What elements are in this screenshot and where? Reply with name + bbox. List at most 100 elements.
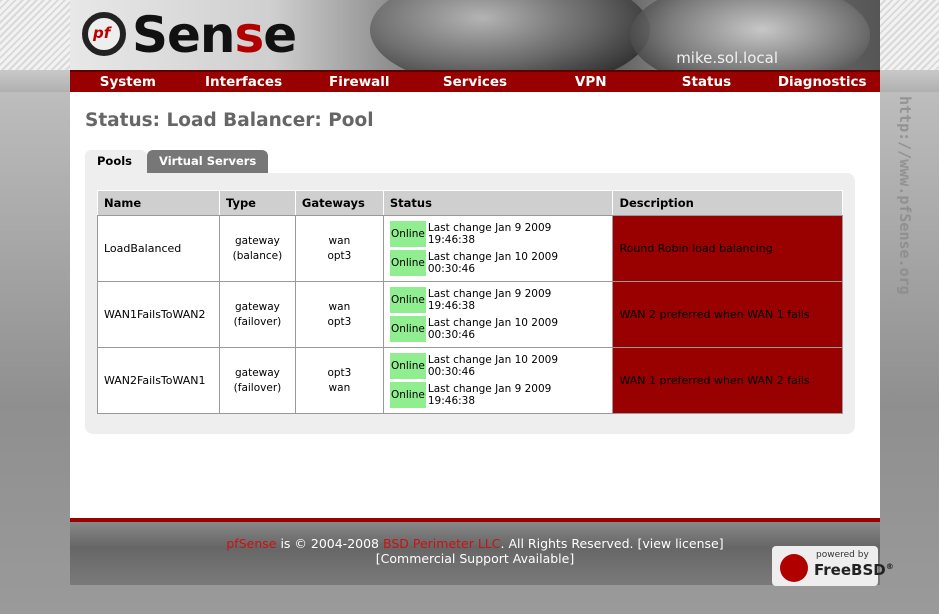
online-badge: Online <box>389 382 426 408</box>
gateway-entry: opt3 <box>327 249 352 262</box>
status-last-change: Last change Jan 10 2009 <box>427 316 559 329</box>
col-header-description: Description <box>612 190 843 216</box>
online-badge: Online <box>389 250 426 276</box>
pool-status: Online Last change Jan 9 2009 19:46:38 Onl… <box>382 281 614 348</box>
nav-system[interactable]: System <box>70 72 186 92</box>
freebsd-logo-icon <box>780 554 808 582</box>
pool-gateways: opt3 wan <box>294 347 384 414</box>
header-artwork <box>370 0 650 70</box>
nav-interfaces[interactable]: Interfaces <box>186 72 302 92</box>
status-entry: Online Last change Jan 9 2009 19:46:38 <box>389 382 607 408</box>
freebsd-text: FreeBSD® <box>814 561 894 579</box>
status-time: 00:30:46 <box>427 366 476 378</box>
freebsd-badge[interactable]: powered by FreeBSD® <box>772 546 894 586</box>
table-row[interactable]: WAN2FailsToWAN1 gateway (failover) opt3 wa… <box>97 347 843 414</box>
pool-type-mode: (failover) <box>233 315 282 328</box>
pools-table: Name Type Gateways Status Description Lo… <box>97 190 843 414</box>
footer-bracket: ] <box>718 536 724 551</box>
pool-type-mode: (failover) <box>233 381 282 394</box>
page-title: Status: Load Balancer: Pool <box>85 110 374 131</box>
status-entry: Online Last change Jan 10 2009 00:30:46 <box>389 250 607 276</box>
pool-description: Round Robin load balancing <box>612 215 843 282</box>
status-last-change: Last change Jan 9 2009 <box>427 287 552 300</box>
pool-description: WAN 2 preferred when WAN 1 fails <box>612 281 843 348</box>
pool-type-mode: (balance) <box>232 249 283 262</box>
pool-type-kind: gateway <box>234 366 280 379</box>
tab-virtual-servers[interactable]: Virtual Servers <box>147 150 269 173</box>
logo-text: Sense <box>132 6 297 64</box>
col-header-name: Name <box>97 190 220 216</box>
table-row[interactable]: WAN1FailsToWAN2 gateway (failover) wan opt… <box>97 281 843 348</box>
status-text: Last change Jan 9 2009 19:46:38 <box>426 288 551 313</box>
pool-type-kind: gateway <box>234 234 280 247</box>
tab-bar: Pools Virtual Servers <box>85 150 269 174</box>
pool-gateways: wan opt3 <box>294 281 384 348</box>
nav-services[interactable]: Services <box>417 72 533 92</box>
status-time: 19:46:38 <box>427 300 476 312</box>
status-last-change: Last change Jan 10 2009 <box>427 250 559 263</box>
status-text: Last change Jan 10 2009 00:30:46 <box>426 251 558 276</box>
freebsd-registered: ® <box>885 562 894 571</box>
pool-name: WAN1FailsToWAN2 <box>97 281 220 348</box>
status-text: Last change Jan 9 2009 19:46:38 <box>426 383 551 408</box>
status-last-change: Last change Jan 10 2009 <box>427 353 559 366</box>
col-header-type: Type <box>218 190 296 216</box>
pool-type: gateway (failover) <box>218 347 296 414</box>
table-row[interactable]: LoadBalanced gateway (balance) wan opt3 On… <box>97 215 843 282</box>
footer-copyright: is © 2004-2008 <box>276 536 383 551</box>
online-badge: Online <box>389 287 426 313</box>
hostname: mike.sol.local <box>676 49 778 67</box>
pool-name: LoadBalanced <box>97 215 220 282</box>
pool-name: WAN2FailsToWAN1 <box>97 347 220 414</box>
logo-text-a: Sen <box>132 6 236 64</box>
view-license-link[interactable]: view license <box>642 536 718 551</box>
status-last-change: Last change Jan 9 2009 <box>427 221 552 234</box>
status-last-change: Last change Jan 9 2009 <box>427 382 552 395</box>
pool-type: gateway (balance) <box>218 215 296 282</box>
pool-status: Online Last change Jan 9 2009 19:46:38 Onl… <box>382 215 614 282</box>
commercial-support-link[interactable]: [Commercial Support Available] <box>70 551 880 566</box>
nav-vpn[interactable]: VPN <box>533 72 649 92</box>
col-header-gateways: Gateways <box>294 190 384 216</box>
status-time: 19:46:38 <box>427 395 476 407</box>
freebsd-name: FreeBSD <box>814 561 886 579</box>
nav-status[interactable]: Status <box>649 72 765 92</box>
pfsense-link[interactable]: pfSense <box>226 536 276 551</box>
gateway-entry: opt3 <box>327 366 352 379</box>
pool-description: WAN 1 preferred when WAN 2 fails <box>612 347 843 414</box>
header: pf Sense mike.sol.local <box>70 0 880 70</box>
status-entry: Online Last change Jan 10 2009 00:30:46 <box>389 353 607 379</box>
main-content: Status: Load Balancer: Pool Pools Virtua… <box>70 92 880 518</box>
tab-panel: Name Type Gateways Status Description Lo… <box>85 173 855 434</box>
gateway-entry: wan <box>328 234 351 247</box>
status-entry: Online Last change Jan 9 2009 19:46:38 <box>389 221 607 247</box>
table-header-row: Name Type Gateways Status Description <box>97 190 843 216</box>
logo-text-c: e <box>263 6 297 64</box>
pool-type: gateway (failover) <box>218 281 296 348</box>
page-shell: pf Sense mike.sol.local System Interface… <box>70 0 894 586</box>
online-badge: Online <box>389 316 426 342</box>
pool-type-kind: gateway <box>234 300 280 313</box>
status-entry: Online Last change Jan 10 2009 00:30:46 <box>389 316 607 342</box>
footer: pfSense is © 2004-2008 BSD Perimeter LLC… <box>70 518 894 586</box>
col-header-status: Status <box>382 190 614 216</box>
logo-mark-text: pf <box>93 24 111 42</box>
status-text: Last change Jan 9 2009 19:46:38 <box>426 222 551 247</box>
footer-text: pfSense is © 2004-2008 BSD Perimeter LLC… <box>70 536 880 566</box>
status-time: 00:30:46 <box>427 263 476 275</box>
bsd-perimeter-link[interactable]: BSD Perimeter LLC <box>383 536 501 551</box>
pf-logo-icon: pf <box>82 12 126 56</box>
gateway-entry: wan <box>328 381 351 394</box>
footer-rights: . All Rights Reserved. [ <box>500 536 643 551</box>
online-badge: Online <box>389 221 426 247</box>
status-time: 19:46:38 <box>427 234 476 246</box>
powered-by-text: powered by <box>816 550 869 560</box>
nav-firewall[interactable]: Firewall <box>301 72 417 92</box>
footer-copyright-line: pfSense is © 2004-2008 BSD Perimeter LLC… <box>70 536 880 551</box>
nav-diagnostics[interactable]: Diagnostics <box>764 72 880 92</box>
status-text: Last change Jan 10 2009 00:30:46 <box>426 317 558 342</box>
pool-status: Online Last change Jan 10 2009 00:30:46 On… <box>382 347 614 414</box>
tab-pools[interactable]: Pools <box>85 150 147 173</box>
status-text: Last change Jan 10 2009 00:30:46 <box>426 354 558 379</box>
main-nav: System Interfaces Firewall Services VPN … <box>70 70 880 92</box>
